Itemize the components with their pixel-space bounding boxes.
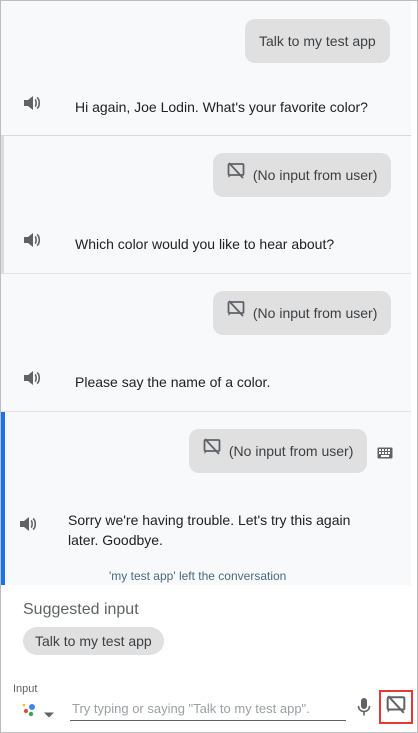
conversation-turn-3: (No input from user) Please say the name… [1,274,411,412]
speaker-icon[interactable] [23,370,41,391]
chevron-down-icon[interactable] [43,706,55,724]
conversation-log[interactable]: Talk to my test app Hi again, Joe Lodin.… [1,1,411,585]
user-message-text: (No input from user) [228,443,354,459]
suggestion-chip[interactable]: Talk to my test app [23,627,164,655]
no-input-icon [203,429,221,473]
user-bubble: (No input from user) [213,291,392,335]
scrollbar[interactable] [411,1,417,585]
query-input[interactable] [70,696,346,721]
conversation-turn-1: Talk to my test app Hi again, Joe Lodin.… [1,1,411,136]
keyboard-icon[interactable] [377,446,393,464]
mic-icon[interactable] [357,697,371,722]
assistant-reply-line: later. Goodbye. [68,532,163,548]
conversation-turn-4: (No input from user) Sorry we're having … [1,412,411,585]
user-message-text: (No input from user) [252,305,378,321]
user-bubble: (No input from user) [189,429,368,473]
assistant-reply: Hi again, Joe Lodin. What's your favorit… [75,99,368,115]
left-conversation-note: 'my test app' left the conversation [109,569,287,583]
suggested-input-title: Suggested input [23,601,139,618]
assistant-reply: Which color would you like to hear about… [75,236,335,252]
user-bubble: (No input from user) [213,153,392,197]
assistant-reply: Please say the name of a color. [75,374,271,390]
no-input-icon [386,694,406,720]
user-message-text: (No input from user) [252,167,378,183]
simulator-panel: Talk to my test app Hi again, Joe Lodin.… [0,0,418,733]
input-label: Input [13,683,38,695]
speaker-icon[interactable] [23,95,41,116]
user-bubble: Talk to my test app [245,19,390,63]
conversation-turn-2: (No input from user) Which color would y… [1,136,411,274]
assistant-reply-line: Sorry we're having trouble. Let's try th… [68,512,351,528]
assistant-reply: Sorry we're having trouble. Let's try th… [68,510,350,550]
no-input-button[interactable] [379,690,413,724]
user-message-text: Talk to my test app [259,33,376,49]
speaker-icon[interactable] [23,232,41,253]
no-input-icon [227,153,245,197]
no-input-icon [227,291,245,335]
assistant-icon[interactable] [21,702,37,723]
speaker-icon[interactable] [19,516,37,537]
